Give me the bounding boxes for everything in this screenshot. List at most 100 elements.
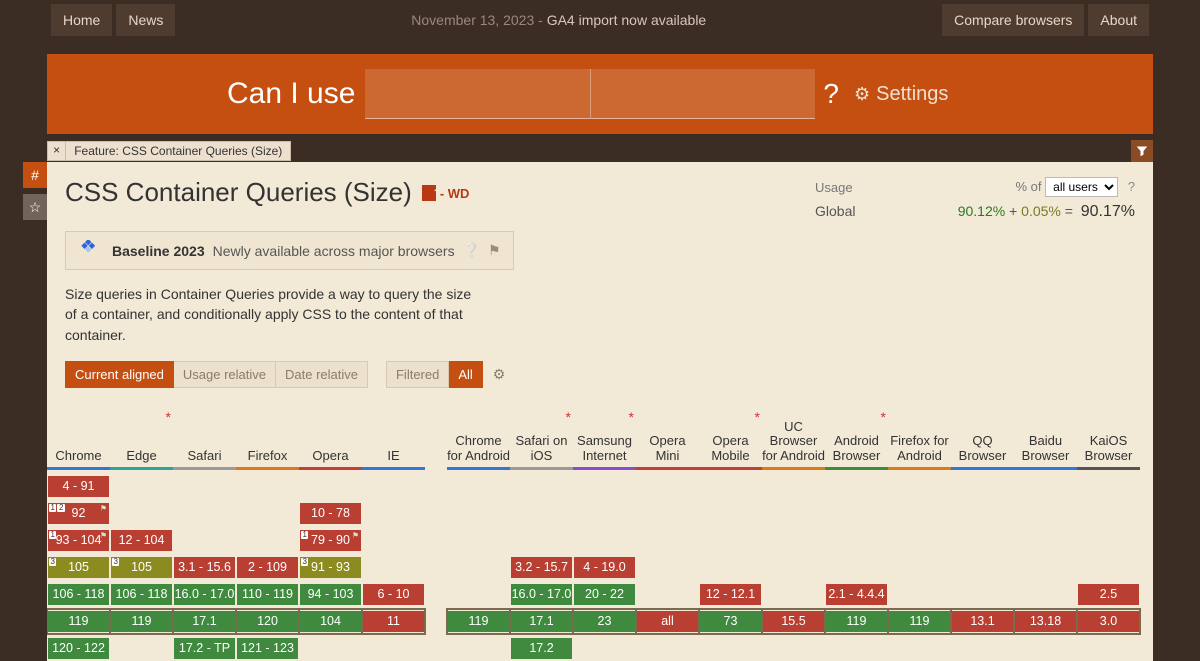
version-cell <box>1077 636 1140 661</box>
version-cell[interactable]: 23 <box>573 609 636 634</box>
permalink-icon[interactable]: # <box>23 162 47 188</box>
close-icon[interactable]: × <box>48 142 66 160</box>
version-cell[interactable]: 11 <box>362 609 425 634</box>
star-icon[interactable]: ☆ <box>23 194 47 220</box>
version-cell[interactable]: 2.5 <box>1077 582 1140 607</box>
browser-header[interactable]: Baidu Browser <box>1014 412 1077 470</box>
nav-news[interactable]: News <box>116 4 175 36</box>
version-cell[interactable]: 120 - 122 <box>47 636 110 661</box>
version-cell[interactable]: 3.1 - 15.6 <box>173 555 236 580</box>
version-cell[interactable]: 13.18 <box>1014 609 1077 634</box>
notes-star-icon: * <box>566 410 571 425</box>
version-cell[interactable]: 16.0 - 17.0 <box>173 582 236 607</box>
browser-header[interactable]: Firefox for Android <box>888 412 951 470</box>
browser-header[interactable]: KaiOS Browser <box>1077 412 1140 470</box>
browser-header[interactable]: UC Browser for Android <box>762 412 825 470</box>
version-cell[interactable]: 1053 <box>110 555 173 580</box>
baseline-help-icon[interactable]: ❔ <box>463 242 480 259</box>
version-cell[interactable]: 17.1 <box>510 609 573 634</box>
version-cell[interactable]: 3.2 - 15.7 <box>510 555 573 580</box>
browser-header[interactable]: Samsung Internet* <box>573 412 636 470</box>
version-cell <box>573 528 636 553</box>
version-cell[interactable]: 2 - 109 <box>236 555 299 580</box>
version-cell[interactable]: 3.0 <box>1077 609 1140 634</box>
search-help-icon[interactable]: ? <box>823 78 839 110</box>
version-cell[interactable]: 94 - 103 <box>299 582 362 607</box>
version-cell <box>699 636 762 661</box>
version-cell <box>636 501 699 526</box>
filter-icon[interactable] <box>1131 140 1153 162</box>
view-tab-date-relative[interactable]: Date relative <box>276 361 368 388</box>
version-cell[interactable]: 16.0 - 17.0 <box>510 582 573 607</box>
baseline-feedback-icon[interactable]: ⚑ <box>488 242 501 259</box>
version-cell[interactable]: 17.1 <box>173 609 236 634</box>
site-logo[interactable]: Can I use <box>227 77 355 111</box>
view-tab-usage-relative[interactable]: Usage relative <box>174 361 276 388</box>
browser-header[interactable]: Opera Mini <box>636 412 699 470</box>
browser-column-firefox: Firefox 2 - 109110 - 119120121 - 123 <box>236 412 299 661</box>
version-cell <box>573 501 636 526</box>
version-cell[interactable]: 12 - 104 <box>110 528 173 553</box>
version-cell[interactable]: 12 - 12.1 <box>699 582 762 607</box>
version-cell[interactable]: 13.1 <box>951 609 1014 634</box>
version-cell[interactable]: 121 - 123 <box>236 636 299 661</box>
version-cell[interactable]: 17.2 <box>510 636 573 661</box>
spec-status-badge[interactable]: - WD <box>422 185 470 201</box>
view-tab-filtered[interactable]: Filtered <box>386 361 449 388</box>
version-cell[interactable]: 119 <box>110 609 173 634</box>
nav-compare-browsers[interactable]: Compare browsers <box>942 4 1084 36</box>
version-cell[interactable]: 6 - 10 <box>362 582 425 607</box>
usage-scope-select[interactable]: all users <box>1045 177 1118 197</box>
browser-header[interactable]: Safari <box>173 412 236 470</box>
version-cell[interactable]: 20 - 22 <box>573 582 636 607</box>
browser-header[interactable]: QQ Browser <box>951 412 1014 470</box>
version-cell[interactable]: 10 - 78 <box>299 501 362 526</box>
search-input-left[interactable] <box>365 69 590 119</box>
version-cell[interactable]: 93 - 1041⚑ <box>47 528 110 553</box>
version-cell[interactable]: 106 - 118 <box>110 582 173 607</box>
view-tab-all[interactable]: All <box>449 361 482 388</box>
version-cell[interactable]: 119 <box>47 609 110 634</box>
version-cell[interactable]: 106 - 118 <box>47 582 110 607</box>
browser-header[interactable]: Safari on iOS* <box>510 412 573 470</box>
version-cell[interactable]: 1053 <box>47 555 110 580</box>
version-cell[interactable]: 4 - 19.0 <box>573 555 636 580</box>
version-cell[interactable]: 73 <box>699 609 762 634</box>
usage-help-icon[interactable]: ? <box>1128 179 1135 194</box>
version-cell[interactable]: 119 <box>825 609 888 634</box>
version-cell[interactable]: 2.1 - 4.4.4 <box>825 582 888 607</box>
version-cell[interactable]: 91 - 933 <box>299 555 362 580</box>
feature-chip[interactable]: × Feature: CSS Container Queries (Size) <box>47 141 291 161</box>
version-cell[interactable]: all <box>636 609 699 634</box>
browser-header[interactable]: Android Browser* <box>825 412 888 470</box>
baseline-banner[interactable]: Baseline 2023 Newly available across maj… <box>65 231 514 270</box>
baseline-title: Baseline 2023 <box>112 243 205 259</box>
settings-button[interactable]: ⚙ Settings <box>854 83 948 106</box>
view-tab-current-aligned[interactable]: Current aligned <box>65 361 174 388</box>
browser-header[interactable]: Opera <box>299 412 362 470</box>
browser-header[interactable]: IE <box>362 412 425 470</box>
version-cell[interactable]: 79 - 901⚑ <box>299 528 362 553</box>
version-cell[interactable]: 119 <box>888 609 951 634</box>
browser-header[interactable]: Opera Mobile* <box>699 412 762 470</box>
nav-home[interactable]: Home <box>51 4 112 36</box>
note-badge: 2 <box>57 504 64 512</box>
browser-header[interactable]: Firefox <box>236 412 299 470</box>
version-cell[interactable]: 17.2 - TP <box>173 636 236 661</box>
browser-header[interactable]: Chrome for Android <box>447 412 510 470</box>
browser-header[interactable]: Chrome <box>47 412 110 470</box>
browser-header[interactable]: Edge* <box>110 412 173 470</box>
version-cell[interactable]: 110 - 119 <box>236 582 299 607</box>
version-cell[interactable]: 15.5 <box>762 609 825 634</box>
view-settings-icon[interactable]: ⚙ <box>493 366 506 383</box>
version-cell <box>362 555 425 580</box>
news-headline[interactable]: November 13, 2023 - GA4 import now avail… <box>179 12 938 28</box>
version-cell[interactable]: 9212⚑ <box>47 501 110 526</box>
version-cell[interactable]: 104 <box>299 609 362 634</box>
version-cell[interactable]: 120 <box>236 609 299 634</box>
version-cell[interactable]: 119 <box>447 609 510 634</box>
gear-icon: ⚙ <box>854 84 870 105</box>
nav-about[interactable]: About <box>1088 4 1149 36</box>
search-input-right[interactable] <box>590 69 815 119</box>
version-cell[interactable]: 4 - 91 <box>47 474 110 499</box>
